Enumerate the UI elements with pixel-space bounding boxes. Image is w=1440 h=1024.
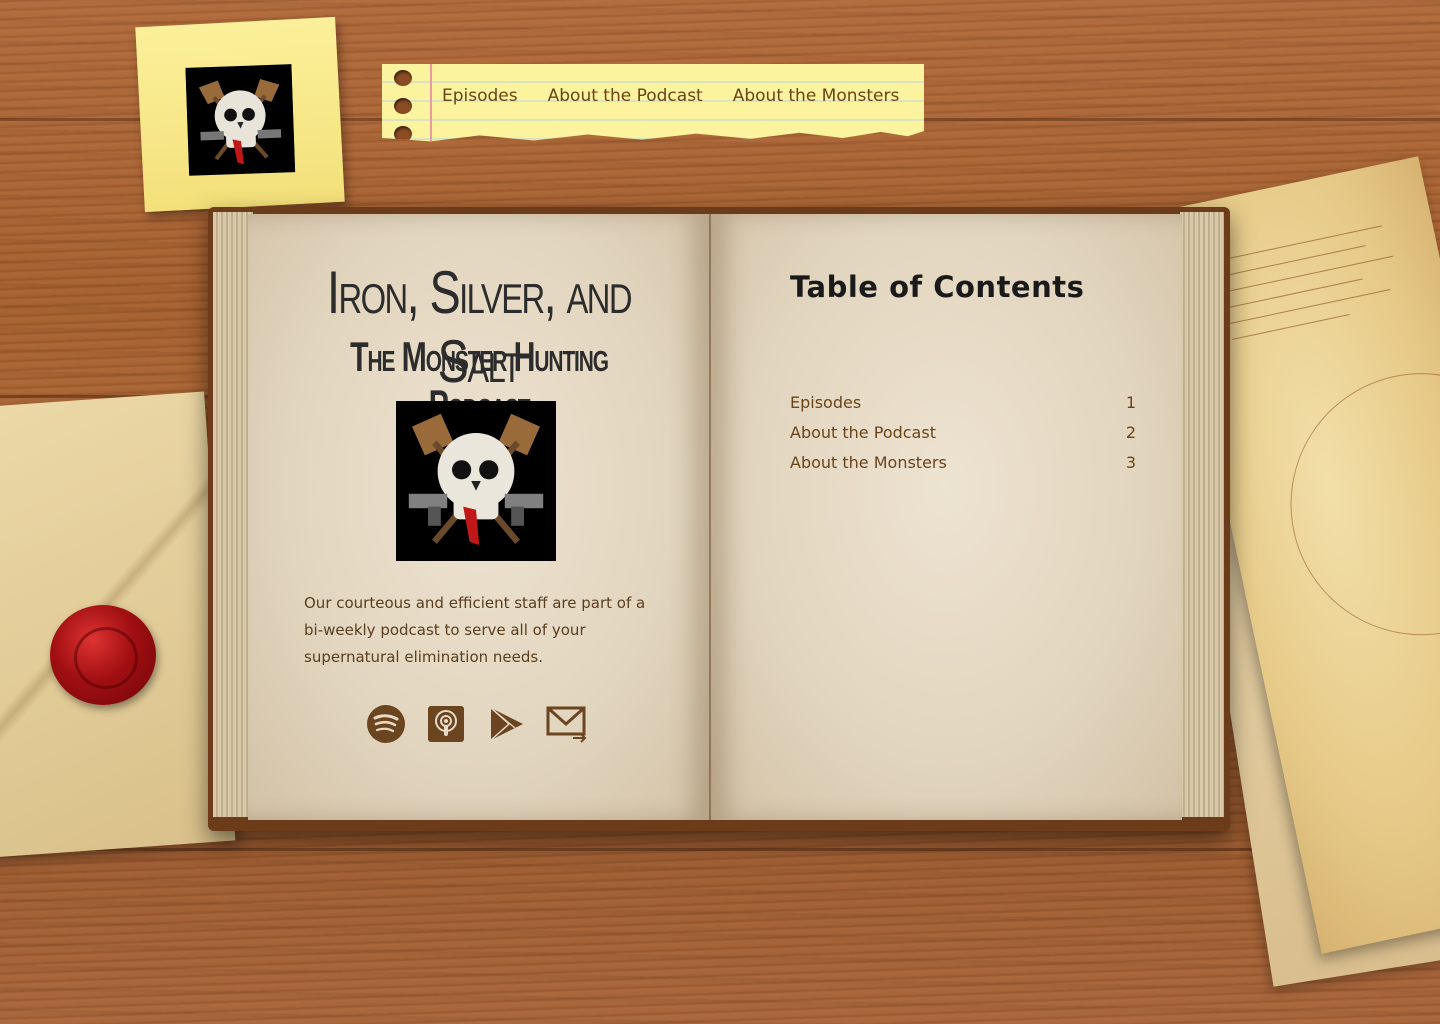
toc-entry-about-podcast[interactable]: About the Podcast 2	[790, 423, 1136, 442]
nav-link-about-podcast[interactable]: About the Podcast	[548, 86, 703, 106]
page-edges-left	[213, 212, 253, 817]
toc-entry-page: 1	[1125, 393, 1136, 412]
wood-grain	[0, 848, 1440, 851]
page-edges-right	[1180, 212, 1224, 817]
wax-seal	[50, 605, 156, 705]
toc-entry-page: 3	[1125, 453, 1136, 472]
apple-podcasts-icon[interactable]	[424, 702, 468, 746]
email-icon[interactable]	[545, 702, 589, 746]
nav-paper	[382, 64, 924, 142]
spotify-icon[interactable]	[364, 702, 408, 746]
book-right-page	[710, 214, 1182, 820]
podcast-logo[interactable]	[185, 64, 296, 176]
main-nav: Episodes About the Podcast About the Mon…	[442, 86, 899, 106]
toc-entry-label: Episodes	[790, 393, 862, 412]
toc-entry-label: About the Podcast	[790, 423, 936, 442]
toc-entry-episodes[interactable]: Episodes 1	[790, 393, 1136, 412]
sticky-note	[135, 16, 345, 213]
nav-link-episodes[interactable]: Episodes	[442, 86, 518, 106]
podcast-description: Our courteous and efficient staff are pa…	[304, 594, 646, 666]
podcast-logo-large	[396, 401, 556, 561]
toc-entry-page: 2	[1125, 423, 1136, 442]
google-play-icon[interactable]	[485, 702, 529, 746]
toc-heading: Table of Contents	[790, 270, 1085, 304]
nav-link-about-monsters[interactable]: About the Monsters	[733, 86, 900, 106]
toc-entry-about-monsters[interactable]: About the Monsters 3	[790, 453, 1136, 472]
toc-entry-label: About the Monsters	[790, 453, 947, 472]
book-spine	[709, 214, 711, 820]
